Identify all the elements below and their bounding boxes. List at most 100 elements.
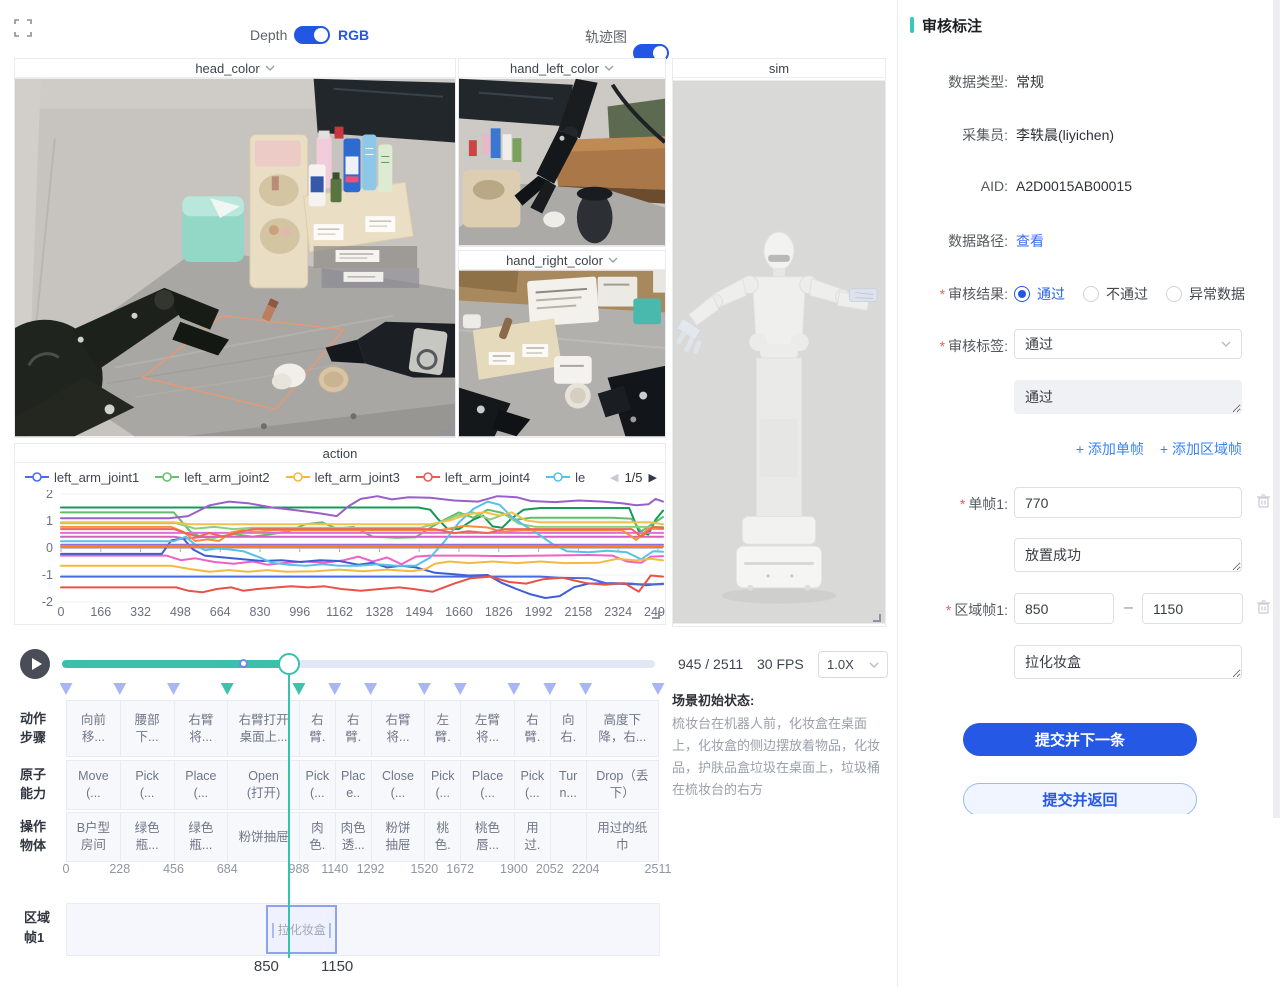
table-cell[interactable]: 高度下 降，右... xyxy=(586,700,659,757)
step-marker[interactable] xyxy=(328,683,341,695)
single-frame-input[interactable] xyxy=(1014,487,1242,518)
table-cell[interactable]: 肉 色. xyxy=(299,812,336,862)
table-cell[interactable]: 绿色 瓶... xyxy=(174,812,229,862)
table-cell[interactable]: 向 右. xyxy=(550,700,587,757)
step-marker[interactable] xyxy=(579,683,592,695)
table-cell[interactable]: 绿色 瓶... xyxy=(120,812,175,862)
aid-value: A2D0015AB00015 xyxy=(1016,178,1132,194)
table-cell[interactable]: 右 臂. xyxy=(335,700,372,757)
step-marker[interactable] xyxy=(364,683,377,695)
submit-next-button[interactable]: 提交并下一条 xyxy=(963,723,1197,756)
playback-slider-handle[interactable] xyxy=(278,653,300,675)
legend-next-icon[interactable]: ▶ xyxy=(649,471,657,484)
hand-right-camera-title[interactable]: hand_right_color xyxy=(459,251,665,270)
legend-item[interactable]: left_arm_joint2 xyxy=(155,470,269,485)
table-cell[interactable]: Place (... xyxy=(460,760,515,810)
region-frame-note[interactable]: 拉化妆盒 xyxy=(1014,645,1242,679)
table-cell[interactable]: 左臂 将... xyxy=(460,700,515,757)
table-cell[interactable]: Drop（丢 下） xyxy=(586,760,659,810)
add-region-frame-link[interactable]: + 添加区域帧 xyxy=(1160,439,1242,459)
step-marker[interactable] xyxy=(652,683,665,695)
legend-marker-icon xyxy=(155,471,179,483)
region-range-box[interactable]: 拉化妆盒 xyxy=(266,905,337,954)
step-marker[interactable] xyxy=(507,683,520,695)
region-left-handle[interactable] xyxy=(272,923,274,938)
review-result-radio[interactable]: 通过 xyxy=(1014,284,1065,304)
step-marker[interactable] xyxy=(60,683,73,695)
trajectory-label: 轨迹图 xyxy=(585,27,627,47)
legend-item[interactable]: left_arm_joint4 xyxy=(416,470,530,485)
review-result-radio[interactable]: 不通过 xyxy=(1083,284,1148,304)
review-tag-note[interactable]: 通过 xyxy=(1014,380,1242,414)
table-cell[interactable]: 右 臂. xyxy=(299,700,336,757)
resize-grip[interactable] xyxy=(873,614,881,622)
panel-divider xyxy=(897,0,898,987)
table-cell[interactable]: 腰部 下... xyxy=(120,700,175,757)
review-result-radio[interactable]: 异常数据 xyxy=(1166,284,1245,304)
svg-text:1328: 1328 xyxy=(365,605,393,619)
step-marker-active[interactable] xyxy=(292,683,305,695)
table-cell[interactable]: Move (... xyxy=(66,760,121,810)
svg-text:996: 996 xyxy=(289,605,310,619)
table-cell[interactable]: B户型 房间 xyxy=(66,812,121,862)
region-right-handle[interactable] xyxy=(329,923,331,938)
table-cell[interactable]: Pick (... xyxy=(299,760,336,810)
sim-robot-image xyxy=(673,78,885,626)
submit-return-button[interactable]: 提交并返回 xyxy=(963,783,1197,814)
review-tag-select[interactable]: 通过 xyxy=(1014,329,1242,359)
resize-grip[interactable] xyxy=(652,611,660,619)
table-cell[interactable]: Tur n... xyxy=(550,760,587,810)
table-cell[interactable]: 桃色 唇... xyxy=(460,812,515,862)
region-track[interactable] xyxy=(66,903,660,956)
head-camera-title[interactable]: head_color xyxy=(15,59,455,78)
fullscreen-icon[interactable] xyxy=(14,19,32,37)
table-cell[interactable]: 右 臂. xyxy=(514,700,551,757)
step-marker[interactable] xyxy=(454,683,467,695)
resize-grip[interactable] xyxy=(443,425,451,433)
step-marker[interactable] xyxy=(543,683,556,695)
hand-left-camera-title[interactable]: hand_left_color xyxy=(459,59,665,78)
legend-item[interactable]: le xyxy=(546,470,585,485)
legend-item[interactable]: left_arm_joint1 xyxy=(25,470,139,485)
delete-region-frame-icon[interactable] xyxy=(1256,599,1271,615)
region-start-input[interactable] xyxy=(1014,593,1114,624)
speed-select[interactable]: 1.0X xyxy=(818,651,888,678)
table-cell[interactable]: 用 过. xyxy=(514,812,551,862)
delete-single-frame-icon[interactable] xyxy=(1256,493,1271,509)
panel-scrollbar[interactable] xyxy=(1273,0,1280,818)
table-cell[interactable]: 用过的纸 巾 xyxy=(586,812,659,862)
step-marker[interactable] xyxy=(113,683,126,695)
table-cell[interactable]: Plac e.. xyxy=(335,760,372,810)
aid-label: AID: xyxy=(900,178,1008,194)
table-cell[interactable]: Pick (... xyxy=(424,760,461,810)
depth-rgb-toggle[interactable] xyxy=(294,26,330,44)
legend-marker-icon xyxy=(286,471,310,483)
step-marker[interactable] xyxy=(418,683,431,695)
region-end-input[interactable] xyxy=(1142,593,1243,624)
table-cell[interactable]: 粉饼 抽屉 xyxy=(371,812,426,862)
table-cell[interactable] xyxy=(550,812,587,862)
table-cell[interactable]: Place (... xyxy=(174,760,229,810)
data-path-view-link[interactable]: 查看 xyxy=(1016,231,1044,251)
svg-text:1: 1 xyxy=(46,514,53,528)
table-cell[interactable]: 桃 色. xyxy=(424,812,461,862)
table-cell[interactable]: Close (... xyxy=(371,760,426,810)
add-single-frame-link[interactable]: + 添加单帧 xyxy=(1076,439,1144,459)
legend-prev-icon[interactable]: ◀ xyxy=(610,471,618,484)
table-cell[interactable]: Pick (... xyxy=(514,760,551,810)
table-cell[interactable]: 肉色 透... xyxy=(335,812,372,862)
collector-value: 李轶晨(liyichen) xyxy=(1016,125,1114,145)
svg-text:498: 498 xyxy=(170,605,191,619)
table-cell[interactable]: Pick (... xyxy=(120,760,175,810)
single-frame-note[interactable]: 放置成功 xyxy=(1014,538,1242,572)
svg-text:830: 830 xyxy=(250,605,271,619)
table-cell[interactable]: 右臂 将... xyxy=(174,700,229,757)
play-button[interactable] xyxy=(20,649,50,679)
step-marker[interactable] xyxy=(167,683,180,695)
step-marker-active[interactable] xyxy=(221,683,234,695)
table-cell[interactable]: 向前 移... xyxy=(66,700,121,757)
table-cell[interactable]: 左 臂. xyxy=(424,700,461,757)
table-cell[interactable]: 右臂 将... xyxy=(371,700,426,757)
legend-item[interactable]: left_arm_joint3 xyxy=(286,470,400,485)
axis-tick-label: 0 xyxy=(63,862,70,876)
